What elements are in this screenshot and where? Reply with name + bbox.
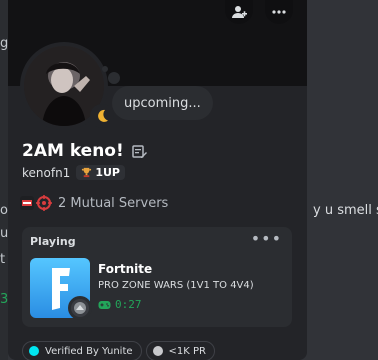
gamepad-icon	[98, 300, 111, 309]
rich-presence-badge	[68, 296, 92, 320]
avatar-frame[interactable]	[20, 42, 114, 130]
status-idle-badge	[90, 104, 114, 128]
elapsed-time: 0:27	[115, 298, 142, 311]
display-name: 2AM keno!	[22, 141, 147, 161]
display-name-text: 2AM keno!	[22, 141, 124, 161]
guild-tag-text: 1UP	[95, 166, 120, 179]
status-bubble-dot	[108, 72, 120, 84]
crosshair-server-icon	[36, 195, 52, 211]
game-badge-icon	[74, 302, 86, 314]
connection-label: <1K PR	[168, 345, 206, 357]
connection-chip-pr[interactable]: <1K PR	[145, 341, 215, 360]
guild-tag[interactable]: 1UP	[76, 165, 125, 180]
status-dot-icon	[29, 346, 39, 356]
chat-text-fragment: u	[0, 226, 9, 241]
status-bubble-dot	[102, 66, 108, 72]
username-row: kenofn1 1UP	[22, 165, 125, 180]
chat-message-snippet: y u smell s	[313, 203, 378, 218]
connections-row: Verified By Yunite <1K PR	[22, 341, 215, 360]
person-add-icon	[232, 6, 247, 18]
connection-chip-verified[interactable]: Verified By Yunite	[22, 341, 142, 360]
mutual-servers-link[interactable]: 2 Mutual Servers	[20, 195, 168, 211]
elapsed-timer: 0:27	[98, 298, 142, 311]
connection-label: Verified By Yunite	[45, 345, 133, 357]
note-icon[interactable]	[131, 144, 147, 159]
game-art	[30, 258, 92, 320]
trophy-icon	[82, 167, 92, 178]
chat-text-fragment: t	[0, 252, 6, 267]
status-dot-icon	[152, 346, 163, 356]
game-title: Fortnite	[98, 262, 153, 276]
mutual-servers-label: 2 Mutual Servers	[58, 195, 169, 211]
custom-status-text: upcoming...	[124, 95, 201, 111]
activity-heading: Playing	[30, 235, 76, 248]
activity-card[interactable]: Playing ••• Fortnite PRO ZONE WARS (1V1 …	[22, 227, 292, 327]
chat-text-fragment: o	[0, 203, 8, 218]
more-dots-icon	[272, 10, 286, 14]
user-profile-popout: upcoming... 2AM keno! kenofn1 1UP 2 Mutu…	[8, 0, 307, 360]
username: kenofn1	[22, 165, 71, 180]
game-details: PRO ZONE WARS (1V1 TO 4V4)	[98, 280, 254, 291]
activity-more-button[interactable]: •••	[251, 229, 282, 248]
custom-status-bubble[interactable]: upcoming...	[112, 86, 213, 120]
mutual-server-icons	[20, 195, 52, 211]
server-icon	[20, 196, 34, 210]
moon-icon	[98, 109, 108, 122]
